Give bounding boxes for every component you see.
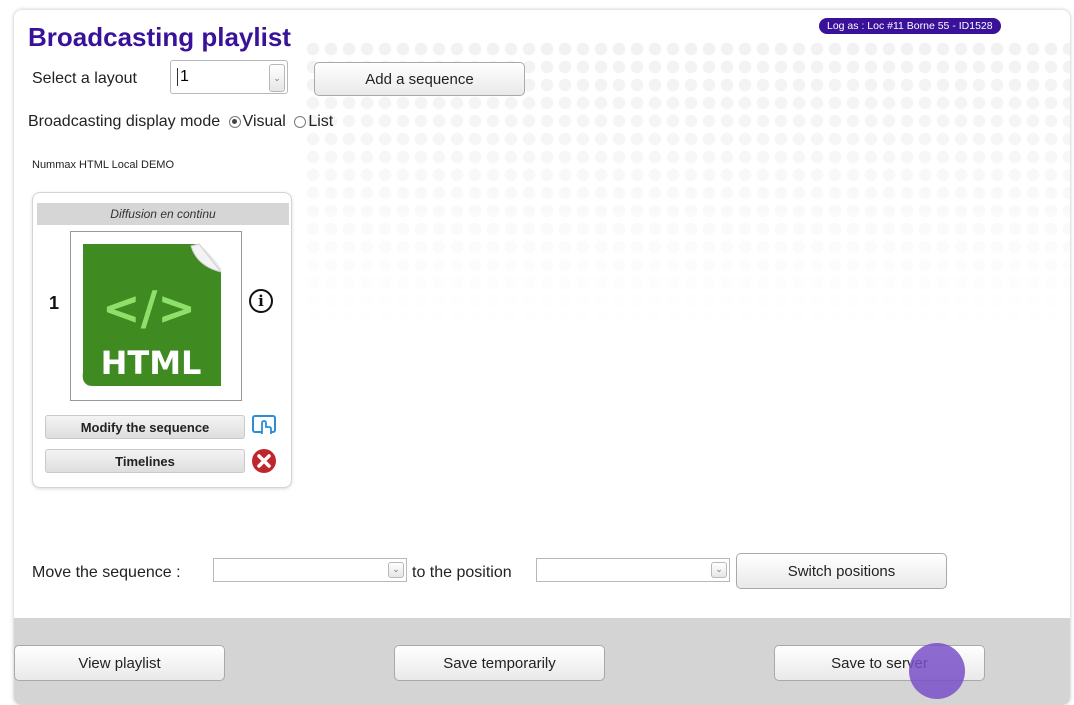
chevron-down-icon[interactable]: ⌄ (388, 562, 404, 578)
radio-list-label: List (308, 113, 334, 130)
chevron-down-icon[interactable]: ⌄ (269, 64, 285, 92)
display-mode-row: Broadcasting display mode Visual List (28, 113, 333, 131)
playlist-name: Nummax HTML Local DEMO (32, 159, 175, 171)
sequence-card-header: Diffusion en continu (37, 203, 289, 225)
radio-list[interactable] (294, 115, 307, 128)
delete-icon[interactable] (251, 448, 277, 474)
add-sequence-button[interactable]: Add a sequence (314, 62, 525, 96)
sequence-card: Diffusion en continu 1 </> HTML i Modify… (32, 192, 292, 488)
playlist-window: Broadcasting playlist Log as : Loc #11 B… (14, 10, 1070, 705)
layout-select-value: 1 (177, 68, 189, 86)
html-file-icon: </> HTML (82, 243, 223, 386)
login-badge: Log as : Loc #11 Borne 55 - ID1528 (819, 18, 1001, 34)
radio-visual[interactable] (228, 115, 241, 128)
timelines-button[interactable]: Timelines (45, 449, 245, 473)
save-temporarily-button[interactable]: Save temporarily (394, 645, 605, 681)
layout-select[interactable]: 1 ⌄ (170, 60, 288, 94)
switch-positions-button[interactable]: Switch positions (736, 553, 947, 589)
chevron-down-icon[interactable]: ⌄ (711, 562, 727, 578)
page-title: Broadcasting playlist (28, 22, 291, 52)
modify-sequence-button[interactable]: Modify the sequence (45, 415, 245, 439)
touch-icon[interactable] (251, 414, 277, 438)
pointer-indicator (909, 643, 965, 699)
move-to-select[interactable]: ⌄ (536, 558, 730, 582)
sequence-thumbnail[interactable]: </> HTML (70, 231, 242, 401)
move-from-select[interactable]: ⌄ (213, 558, 407, 582)
thumbnail-text: HTML (101, 344, 202, 382)
sequence-number: 1 (49, 293, 60, 313)
radio-visual-label: Visual (242, 113, 286, 130)
thumbnail-code: </> (102, 281, 196, 335)
select-layout-label: Select a layout (32, 70, 137, 87)
to-position-label: to the position (412, 564, 512, 581)
info-icon[interactable]: i (249, 289, 273, 313)
display-mode-label: Broadcasting display mode (28, 113, 221, 130)
view-playlist-button[interactable]: View playlist (14, 645, 225, 681)
move-sequence-label: Move the sequence : (32, 564, 181, 581)
